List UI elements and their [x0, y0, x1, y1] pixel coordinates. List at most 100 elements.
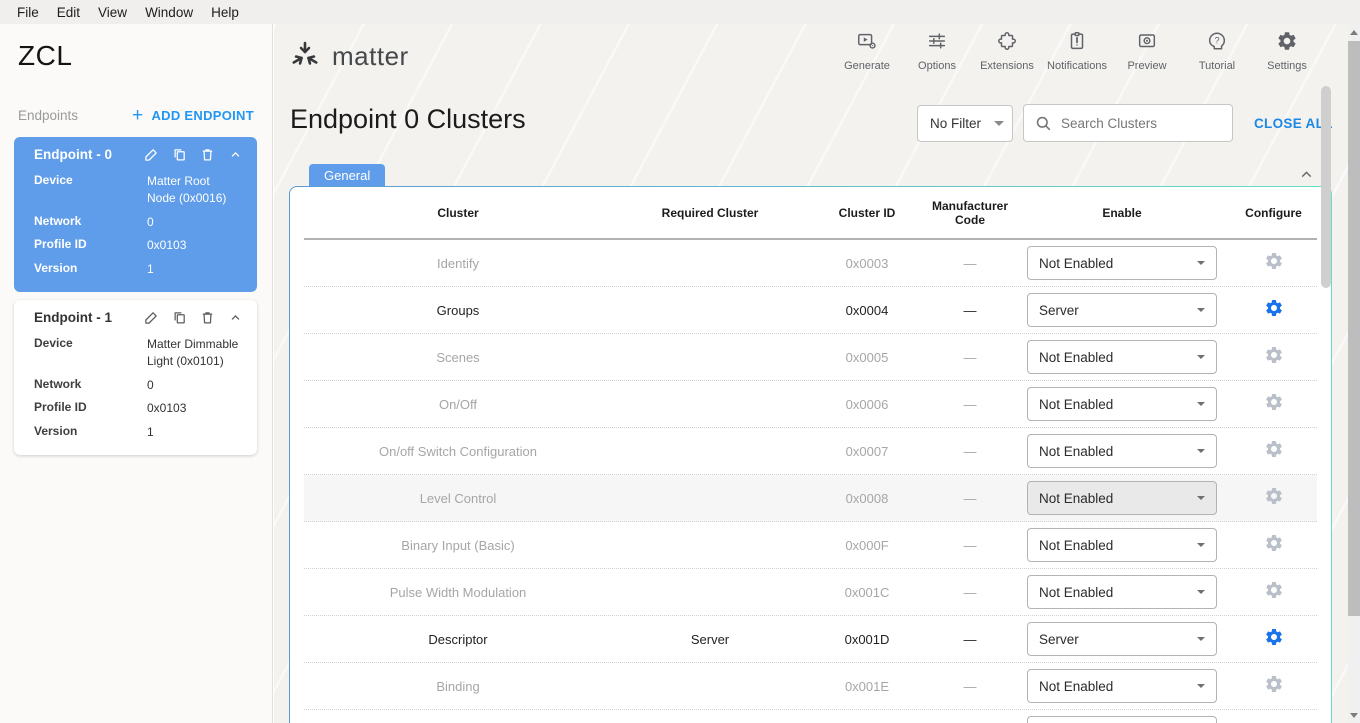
menu-view[interactable]: View — [89, 5, 136, 20]
cluster-id: 0x001C — [808, 585, 926, 600]
main-pane: matter GenerateOptionsExtensionsNotifica… — [274, 24, 1348, 723]
enable-select[interactable]: Not Enabled — [1027, 246, 1217, 280]
table-body: Identify0x0003—Not EnabledGroups0x0004—S… — [304, 240, 1317, 723]
configure-gear-icon[interactable] — [1264, 674, 1284, 699]
content-scrollbar-thumb[interactable] — [1321, 86, 1331, 288]
add-endpoint-button[interactable]: + ADD ENDPOINT — [132, 106, 254, 125]
copy-icon[interactable] — [172, 147, 187, 162]
cluster-name: Identify — [304, 256, 612, 271]
chevron-down-icon — [1197, 637, 1205, 641]
menu-file[interactable]: File — [8, 5, 48, 20]
chevron-down-icon — [1197, 590, 1205, 594]
toolbar-label: Tutorial — [1199, 60, 1235, 72]
page-title: Endpoint 0 Clusters — [290, 104, 526, 135]
search-box[interactable] — [1023, 104, 1233, 142]
configure-gear-icon[interactable] — [1264, 627, 1284, 652]
toolbar-notifications-button[interactable]: Notifications — [1042, 30, 1112, 72]
enable-select[interactable]: Not Enabled — [1027, 481, 1217, 515]
app-menu-bar: FileEditViewWindowHelp — [0, 0, 1360, 24]
configure-gear-icon[interactable] — [1264, 580, 1284, 605]
cluster-row: On/Off0x0006—Not Enabled — [304, 381, 1317, 428]
enable-select[interactable]: Not Enabled — [1027, 528, 1217, 562]
cluster-id: 0x0006 — [808, 397, 926, 412]
configure-gear-icon[interactable] — [1264, 533, 1284, 558]
field-label: Version — [34, 261, 147, 278]
enable-select[interactable]: Server — [1027, 622, 1217, 656]
filter-dropdown[interactable]: No Filter — [917, 105, 1013, 142]
tab-general[interactable]: General — [309, 164, 385, 188]
field-value: 0 — [147, 377, 247, 394]
window-scrollbar-thumb[interactable] — [1348, 41, 1360, 616]
configure-gear-icon[interactable] — [1264, 392, 1284, 417]
configure-gear-icon[interactable] — [1264, 345, 1284, 370]
toolbar-label: Extensions — [980, 60, 1034, 72]
cluster-row: Scenes0x0005—Not Enabled — [304, 334, 1317, 381]
chevron-down-icon — [1197, 261, 1205, 265]
toolbar-tutorial-button[interactable]: ? Tutorial — [1182, 30, 1252, 72]
chevron-down-icon — [1197, 355, 1205, 359]
column-header: Cluster — [304, 206, 612, 220]
svg-text:?: ? — [1214, 35, 1219, 45]
enable-select[interactable]: Not Enabled — [1027, 434, 1217, 468]
delete-icon[interactable] — [200, 147, 215, 162]
top-header-band: matter GenerateOptionsExtensionsNotifica… — [274, 24, 1348, 88]
sidebar: ZCL Endpoints + ADD ENDPOINT Endpoint - … — [0, 24, 273, 723]
toolbar-preview-button[interactable]: Preview — [1112, 30, 1182, 72]
field-value: 1 — [147, 261, 247, 278]
configure-gear-icon[interactable] — [1264, 439, 1284, 464]
cluster-row: Identify0x0003—Not Enabled — [304, 240, 1317, 287]
scroll-up-arrow-icon[interactable] — [1350, 30, 1358, 35]
enable-select[interactable] — [1027, 716, 1217, 723]
copy-icon[interactable] — [172, 310, 187, 325]
field-label: Profile ID — [34, 237, 147, 254]
field-label: Device — [34, 173, 147, 207]
delete-icon[interactable] — [200, 310, 215, 325]
enable-select[interactable]: Server — [1027, 293, 1217, 327]
collapse-icon[interactable] — [228, 147, 243, 162]
window-scrollbar[interactable] — [1348, 24, 1360, 723]
cluster-row: Groups0x0004—Server — [304, 287, 1317, 334]
menu-help[interactable]: Help — [202, 5, 248, 20]
enable-value: Not Enabled — [1039, 585, 1197, 600]
chevron-down-icon — [994, 121, 1004, 126]
enable-select[interactable]: Not Enabled — [1027, 669, 1217, 703]
configure-gear-icon[interactable] — [1264, 298, 1284, 323]
scroll-down-arrow-icon[interactable] — [1350, 713, 1358, 718]
column-header: Configure — [1230, 206, 1317, 220]
enable-select[interactable]: Not Enabled — [1027, 340, 1217, 374]
menu-window[interactable]: Window — [136, 5, 202, 20]
enable-value: Not Enabled — [1039, 679, 1197, 694]
edit-icon[interactable] — [144, 310, 159, 325]
cluster-id: 0x0007 — [808, 444, 926, 459]
column-header: Required Cluster — [612, 206, 808, 220]
configure-gear-icon[interactable] — [1264, 251, 1284, 276]
endpoint-card[interactable]: Endpoint - 0DeviceMatter Root Node (0x00… — [14, 137, 257, 292]
preview-icon — [1136, 30, 1158, 57]
toolbar: GenerateOptions Extensions NotificationsPr… — [832, 30, 1322, 72]
generate-icon — [856, 30, 878, 57]
edit-icon[interactable] — [144, 147, 159, 162]
cluster-name: Level Control — [304, 491, 612, 506]
collapse-all-chevron-up-icon[interactable] — [1298, 166, 1315, 188]
manufacturer-code: — — [926, 679, 1014, 694]
chevron-down-icon — [1197, 684, 1205, 688]
cluster-id: 0x001D — [808, 632, 926, 647]
field-label: Network — [34, 214, 147, 231]
cluster-name: Groups — [304, 303, 612, 318]
toolbar-options-button[interactable]: Options — [902, 30, 972, 72]
enable-select[interactable]: Not Enabled — [1027, 387, 1217, 421]
toolbar-settings-button[interactable]: Settings — [1252, 30, 1322, 72]
menu-edit[interactable]: Edit — [48, 5, 89, 20]
manufacturer-code: — — [926, 350, 1014, 365]
toolbar-generate-button[interactable]: Generate — [832, 30, 902, 72]
endpoints-label: Endpoints — [18, 108, 78, 123]
toolbar-extensions-button[interactable]: Extensions — [972, 30, 1042, 72]
endpoint-card[interactable]: Endpoint - 1DeviceMatter Dimmable Light … — [14, 300, 257, 455]
search-input[interactable] — [1061, 116, 1211, 131]
configure-gear-icon[interactable] — [1264, 486, 1284, 511]
cluster-id: 0x0008 — [808, 491, 926, 506]
manufacturer-code: — — [926, 256, 1014, 271]
enable-select[interactable]: Not Enabled — [1027, 575, 1217, 609]
cluster-name: On/Off — [304, 397, 612, 412]
collapse-icon[interactable] — [228, 310, 243, 325]
